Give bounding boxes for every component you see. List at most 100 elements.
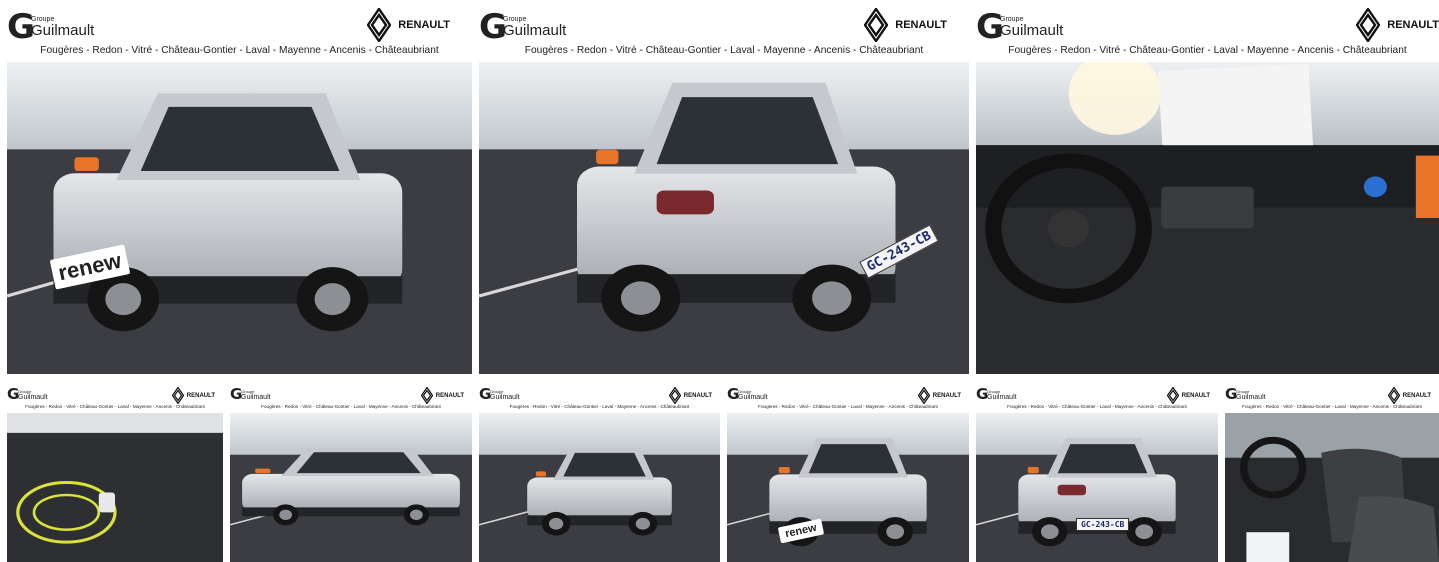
car-window: [563, 452, 646, 477]
renault-logo: RENAULT: [917, 387, 961, 404]
car-photo: renew: [727, 413, 969, 562]
brand-name: Guilmault: [31, 22, 95, 39]
gallery-photo[interactable]: G Groupe Guilmault RENAULT Fougères - Redon …: [479, 383, 720, 562]
renault-logo: RENAULT: [668, 387, 712, 404]
dealer-header: G Groupe Guilmault RENAULT Fougères - Redon …: [1225, 383, 1439, 413]
car-scene: [7, 62, 472, 374]
renault-diamond-icon: [1387, 387, 1400, 404]
gallery-photo[interactable]: G Groupe Guilmault RENAULT Fougères - Redon …: [1225, 383, 1439, 562]
front-rim: [279, 509, 293, 521]
renault-logo: RENAULT: [1166, 387, 1210, 404]
dealer-name: RENAULT: [186, 392, 215, 399]
charger-plug: [98, 492, 115, 513]
dealer-cities: Fougères - Redon - Vitré - Château-Gonti…: [524, 45, 924, 56]
renault-diamond-icon: [668, 387, 681, 404]
dealer-cities: Fougères - Redon - Vitré - Château-Gonti…: [1008, 45, 1407, 56]
gallery-photo[interactable]: G Groupe Guilmault RENAULT Fougères - Redon …: [727, 383, 969, 562]
dealer-cities: Fougères - Redon - Vitré - Château-Gonti…: [25, 404, 205, 409]
gallery-photo[interactable]: G Groupe Guilmault RENAULT Fougères - Redon …: [976, 0, 1439, 374]
rear-rim: [1135, 524, 1154, 540]
rear-rim: [886, 524, 905, 540]
renault-diamond-icon: [1356, 8, 1381, 42]
dealer-name: RENAULT: [1387, 19, 1439, 31]
gallery-photo[interactable]: G Groupe Guilmault RENAULT Fougères - Redon …: [230, 383, 472, 562]
passenger-seat: [1348, 496, 1439, 562]
dealer-name: RENAULT: [932, 392, 961, 399]
guilmault-logo: G Groupe Guilmault: [479, 10, 566, 44]
brand-name: Guilmault: [503, 22, 567, 39]
dealer-name: RENAULT: [398, 19, 450, 31]
gallery-photo[interactable]: G Groupe Guilmault RENAULT Fougères - Redon …: [976, 383, 1218, 562]
brand-name: Guilmault: [18, 394, 48, 401]
dealer-name: RENAULT: [895, 19, 947, 31]
tail-light: [656, 190, 714, 215]
guilmault-logo: G Groupe Guilmault: [1225, 387, 1266, 402]
mirror-accent: [778, 467, 790, 474]
car-photo: [976, 62, 1439, 374]
renault-logo: RENAULT: [1356, 8, 1439, 42]
dealer-header: G Groupe Guilmault RENAULT Fougères - Redon …: [7, 383, 223, 413]
car-body: [242, 473, 460, 512]
car-scene: [230, 413, 472, 562]
steering-hub: [1047, 209, 1090, 248]
mirror-accent: [255, 468, 271, 474]
trunk-lid: [7, 413, 223, 433]
guilmault-logo: G Groupe Guilmault: [7, 387, 48, 402]
brand-name: Guilmault: [1236, 394, 1266, 401]
brand-name: Guilmault: [490, 394, 520, 401]
gallery-photo[interactable]: G Groupe Guilmault RENAULT Fougères - Redon …: [7, 0, 472, 374]
renault-logo: RENAULT: [864, 8, 947, 42]
guilmault-logo: G Groupe Guilmault: [479, 387, 520, 402]
brand-name: Guilmault: [738, 394, 768, 401]
rear-rim: [812, 281, 852, 315]
guilmault-logo: G Groupe Guilmault: [230, 387, 271, 402]
car-window: [296, 452, 421, 474]
renault-logo: RENAULT: [171, 387, 215, 404]
renault-diamond-icon: [420, 387, 433, 404]
car-scene: [976, 62, 1439, 374]
vent-icon: [1363, 176, 1387, 198]
seat-cover: [1246, 532, 1290, 562]
car-photo: GC-243-CB: [976, 413, 1218, 562]
dealer-header: G Groupe Guilmault RENAULT Fougères - Redon …: [7, 0, 472, 62]
guilmault-logo: G Groupe Guilmault: [727, 387, 768, 402]
car-window: [808, 444, 899, 474]
front-rim: [620, 281, 661, 315]
tail-light: [1057, 484, 1086, 496]
dealer-cities: Fougères - Redon - Vitré - Château-Gonti…: [1007, 404, 1187, 409]
renault-logo: RENAULT: [367, 8, 450, 42]
front-rim: [548, 517, 564, 530]
car-scene: [479, 62, 969, 374]
renault-diamond-icon: [367, 8, 392, 42]
rear-rim: [635, 517, 651, 530]
dealer-cities: Fougères - Redon - Vitré - Château-Gonti…: [261, 404, 441, 409]
front-rim: [1040, 524, 1059, 540]
brand-name: Guilmault: [241, 394, 271, 401]
mirror-accent: [1027, 467, 1039, 474]
car-scene: [1225, 413, 1439, 562]
brand-name: Guilmault: [1000, 22, 1064, 39]
renault-diamond-icon: [1166, 387, 1179, 404]
dealer-cities: Fougères - Redon - Vitré - Château-Gonti…: [1242, 404, 1422, 409]
dealer-name: RENAULT: [435, 392, 464, 399]
car-window: [140, 106, 340, 171]
guilmault-logo: G Groupe Guilmault: [976, 10, 1063, 44]
dealer-header: G Groupe Guilmault RENAULT Fougères - Redon …: [479, 383, 720, 413]
car-photo: [7, 413, 223, 562]
renault-diamond-icon: [864, 8, 889, 42]
dealer-cities: Fougères - Redon - Vitré - Château-Gonti…: [509, 404, 690, 409]
rear-rim: [409, 509, 423, 521]
car-photo: [230, 413, 472, 562]
mirror-accent: [535, 471, 546, 477]
gallery-photo[interactable]: G Groupe Guilmault RENAULT Fougères - Redon …: [479, 0, 969, 374]
car-scene: [7, 413, 223, 562]
car-photo: GC-243-CB: [479, 62, 969, 374]
car-scene: [976, 413, 1218, 562]
dealer-header: G Groupe Guilmault RENAULT Fougères - Redon …: [976, 0, 1439, 62]
guilmault-logo: G Groupe Guilmault: [976, 387, 1017, 402]
dealer-cities: Fougères - Redon - Vitré - Château-Gonti…: [758, 404, 938, 409]
mirror-accent: [596, 149, 619, 165]
gallery-photo[interactable]: G Groupe Guilmault RENAULT Fougères - Redon …: [7, 383, 223, 562]
brand-name: Guilmault: [987, 394, 1017, 401]
dealer-header: G Groupe Guilmault RENAULT Fougères - Redon …: [479, 0, 969, 62]
